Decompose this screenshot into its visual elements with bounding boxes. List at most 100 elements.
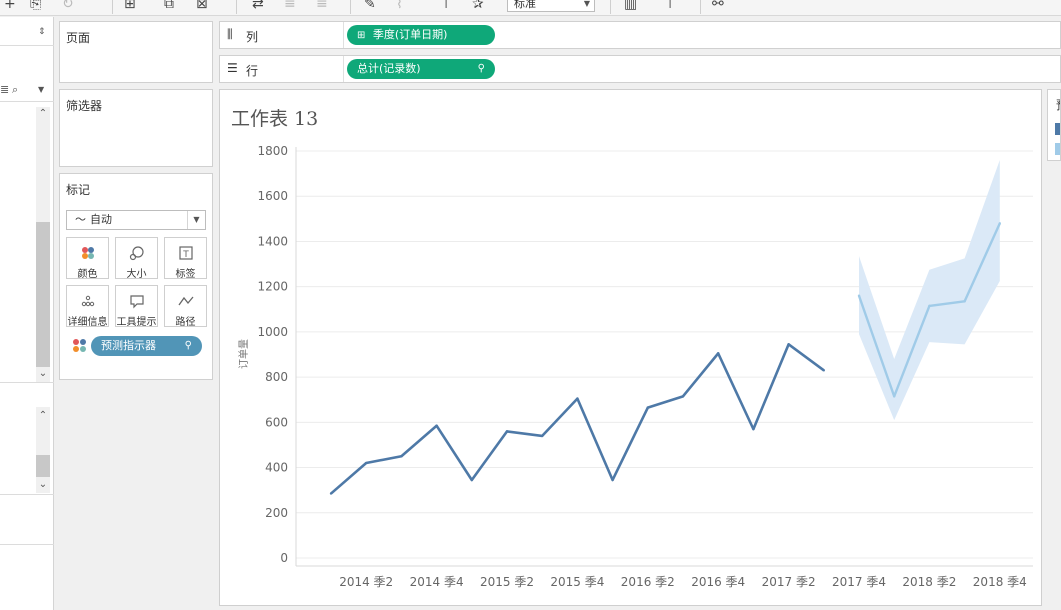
color-button[interactable]: 颜色 (66, 237, 109, 280)
scroll-thumb[interactable] (36, 455, 50, 477)
columns-label: 列 (246, 30, 259, 44)
actual-point (611, 478, 614, 482)
tooltip-button[interactable]: 工具提示 (115, 285, 158, 328)
path-button[interactable]: 路径 (164, 285, 207, 328)
worksheet: 工作表 13 0 200 400 600 800 1000 1200 1400 1600 1800… (219, 89, 1042, 606)
forecast-point (893, 395, 896, 398)
columns-shelf: ⫼ 列 ⊞ 季度(订单日期) (219, 21, 1061, 49)
label-icon[interactable]: ⊤ (440, 0, 452, 12)
actual-point (681, 395, 685, 398)
actual-point (717, 352, 720, 355)
search-icon[interactable]: ⌕ (12, 83, 18, 97)
sort-icon[interactable]: ⇕ (38, 27, 46, 37)
tooltip-icon (116, 292, 157, 310)
legend-swatch-actual[interactable] (1055, 123, 1060, 135)
actual-point (400, 455, 403, 458)
size-icon (116, 244, 157, 262)
sort-asc-icon[interactable]: ≡ (284, 0, 296, 12)
add-icon[interactable]: + (4, 0, 16, 12)
data-pane: ⇕ ≣ ⌕ ▼ ⌃ ⌄ ⌃ ⌄ (0, 17, 54, 610)
y-axis-label: 订单量 (238, 339, 250, 369)
x-tick-label: 2016 季2 (621, 575, 675, 589)
forecast-point (928, 304, 931, 308)
marks-title: 标记 (66, 183, 91, 197)
forecast-point (998, 222, 1001, 225)
x-tick-label: 2018 季2 (902, 575, 956, 589)
text-label-icon: T (165, 244, 206, 262)
expand-icon: ⊞ (357, 30, 366, 41)
scroll-thumb[interactable] (36, 222, 50, 367)
actual-series-line (330, 343, 825, 495)
chevron-down-icon[interactable]: ▼ (38, 85, 44, 94)
rows-shelf: ☰ 行 总计(记录数) ⚲ (219, 55, 1061, 83)
show-me-icon[interactable]: ▥ (624, 0, 637, 12)
y-tick-label: 1200 (257, 280, 288, 294)
y-tick-label: 200 (265, 506, 288, 520)
refresh-icon[interactable]: ↻ (62, 0, 74, 12)
actual-point (435, 424, 438, 427)
columns-icon: ⫼ (227, 27, 233, 41)
y-tick-label: 1600 (257, 189, 288, 203)
scroll-up-icon[interactable]: ⌃ (36, 409, 50, 423)
x-tick-label: 2018 季4 (973, 575, 1027, 589)
y-tick-label: 1000 (257, 325, 288, 339)
quarter-order-date-pill[interactable]: ⊞ 季度(订单日期) (347, 25, 495, 45)
x-tick-label: 2017 季2 (762, 575, 816, 589)
count-records-pill[interactable]: 总计(记录数) ⚲ (347, 59, 495, 79)
forecast-point (857, 294, 861, 297)
chevron-down-icon: ▼ (583, 0, 590, 8)
actual-point (787, 343, 790, 346)
rows-icon: ☰ (227, 61, 238, 75)
actual-point (505, 430, 509, 433)
color-legend: 预 (1047, 89, 1061, 161)
label-button[interactable]: T 标签 (164, 237, 207, 280)
actual-point (365, 461, 368, 465)
pages-shelf[interactable]: 页面 (59, 21, 213, 83)
detail-icon (67, 292, 108, 310)
detail-button[interactable]: 详细信息 (66, 285, 109, 328)
pin-icon[interactable]: ✰ (472, 0, 484, 12)
size-button[interactable]: 大小 (115, 237, 158, 280)
scroll-up-icon[interactable]: ⌃ (36, 107, 50, 121)
actual-point (329, 492, 333, 495)
rows-label: 行 (246, 64, 259, 78)
chevron-down-icon: ▼ (187, 211, 205, 229)
actual-point (541, 434, 544, 438)
line-mark-icon: 〜 (75, 213, 86, 226)
scroll-down-icon[interactable]: ⌄ (36, 478, 50, 492)
actual-point (752, 427, 755, 431)
scroll-down-icon[interactable]: ⌄ (36, 367, 50, 381)
pages-title: 页面 (66, 31, 91, 45)
filters-title: 筛选器 (66, 99, 103, 113)
share-icon[interactable]: ⚯ (712, 0, 724, 12)
filters-shelf[interactable]: 筛选器 (59, 89, 213, 167)
x-tick-label: 2017 季4 (832, 575, 886, 589)
mark-type-select[interactable]: 〜自动 ▼ (66, 210, 206, 230)
tableau-workspace: + ⎘ ↻ ⊞ ⧉ ⊠ ⇄ ≡ ≡ ✎ ⌇ ⊤ ✰ 标准 ▼ ▥ ⊤ ⚯ ⇕ ≣ … (0, 0, 1061, 610)
swap-icon[interactable]: ⇄ (252, 0, 264, 12)
duplicate-icon[interactable]: ⧉ (164, 0, 174, 12)
color-dots-icon (72, 338, 88, 358)
sort-desc-icon[interactable]: ≡ (316, 0, 328, 12)
forecast-confidence-band (859, 160, 1000, 421)
clear-sheet-icon[interactable]: ⊠ (196, 0, 208, 12)
actual-point (822, 369, 825, 372)
key-icon: ⚲ (184, 340, 192, 351)
x-tick-label: 2014 季2 (339, 575, 393, 589)
x-tick-label: 2016 季4 (691, 575, 745, 589)
list-view-icon[interactable]: ≣ (0, 83, 9, 96)
y-tick-label: 400 (265, 461, 288, 475)
view-size-select[interactable]: 标准 ▼ (507, 0, 595, 12)
legend-title: 预 (1056, 96, 1060, 113)
legend-swatch-forecast[interactable] (1055, 143, 1060, 155)
new-sheet-icon[interactable]: ⊞ (124, 0, 136, 12)
presentation-icon[interactable]: ⊤ (664, 0, 676, 12)
group-icon[interactable]: ⌇ (396, 0, 403, 12)
highlight-icon[interactable]: ✎ (364, 0, 376, 12)
connect-icon[interactable]: ⎘ (30, 0, 41, 12)
forecast-point (963, 300, 966, 303)
actual-point (576, 397, 579, 400)
line-chart[interactable]: 0 200 400 600 800 1000 1200 1400 1600 1800 订单量 2014… (220, 90, 1042, 606)
key-icon: ⚲ (477, 63, 485, 74)
forecast-indicator-pill[interactable]: 预测指示器 ⚲ (91, 336, 202, 356)
